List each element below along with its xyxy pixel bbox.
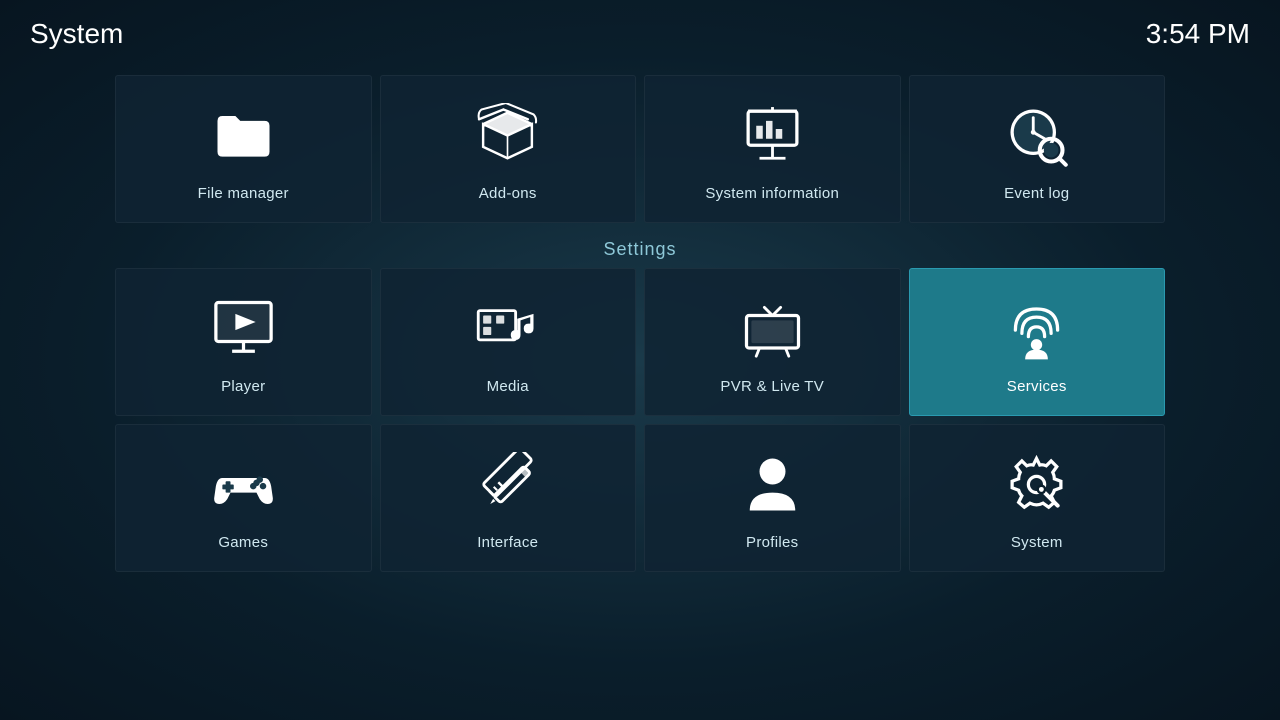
top-row: File manager Add-ons xyxy=(115,75,1165,223)
tile-interface-label: Interface xyxy=(477,534,538,551)
settings-row-1: Player Media xyxy=(115,268,1165,416)
tv-icon xyxy=(737,294,807,364)
media-icon xyxy=(473,294,543,364)
tile-system-label: System xyxy=(1011,534,1063,551)
tile-file-manager[interactable]: File manager xyxy=(115,75,372,223)
box-icon xyxy=(473,101,543,171)
tile-games-label: Games xyxy=(218,534,268,551)
tile-interface[interactable]: Interface xyxy=(380,424,637,572)
profiles-icon xyxy=(737,450,807,520)
tile-system-information-label: System information xyxy=(705,185,839,202)
tile-add-ons-label: Add-ons xyxy=(479,185,537,202)
tile-media-label: Media xyxy=(487,378,529,395)
tile-media[interactable]: Media xyxy=(380,268,637,416)
presentation-icon xyxy=(737,101,807,171)
top-bar: System 3:54 PM xyxy=(0,0,1280,68)
tile-profiles[interactable]: Profiles xyxy=(644,424,901,572)
page-title: System xyxy=(30,18,123,50)
tile-player[interactable]: Player xyxy=(115,268,372,416)
tile-system[interactable]: System xyxy=(909,424,1166,572)
tile-pvr-live-tv-label: PVR & Live TV xyxy=(720,378,824,395)
clock-search-icon xyxy=(1002,101,1072,171)
services-icon xyxy=(1002,294,1072,364)
settings-label: Settings xyxy=(115,231,1165,268)
tile-event-log[interactable]: Event log xyxy=(909,75,1166,223)
tile-file-manager-label: File manager xyxy=(198,185,289,202)
tile-services[interactable]: Services xyxy=(909,268,1166,416)
tile-add-ons[interactable]: Add-ons xyxy=(380,75,637,223)
clock: 3:54 PM xyxy=(1146,18,1250,50)
tile-player-label: Player xyxy=(221,378,265,395)
gamepad-icon xyxy=(208,450,278,520)
player-icon xyxy=(208,294,278,364)
folder-icon xyxy=(208,101,278,171)
main-content: File manager Add-ons xyxy=(115,75,1165,690)
tile-profiles-label: Profiles xyxy=(746,534,798,551)
tile-games[interactable]: Games xyxy=(115,424,372,572)
tile-pvr-live-tv[interactable]: PVR & Live TV xyxy=(644,268,901,416)
system-settings-icon xyxy=(1002,450,1072,520)
interface-icon xyxy=(473,450,543,520)
settings-row-2: Games Interface xyxy=(115,424,1165,572)
tile-system-information[interactable]: System information xyxy=(644,75,901,223)
tile-event-log-label: Event log xyxy=(1004,185,1069,202)
settings-section: Settings Player xyxy=(115,231,1165,572)
tile-services-label: Services xyxy=(1007,378,1067,395)
